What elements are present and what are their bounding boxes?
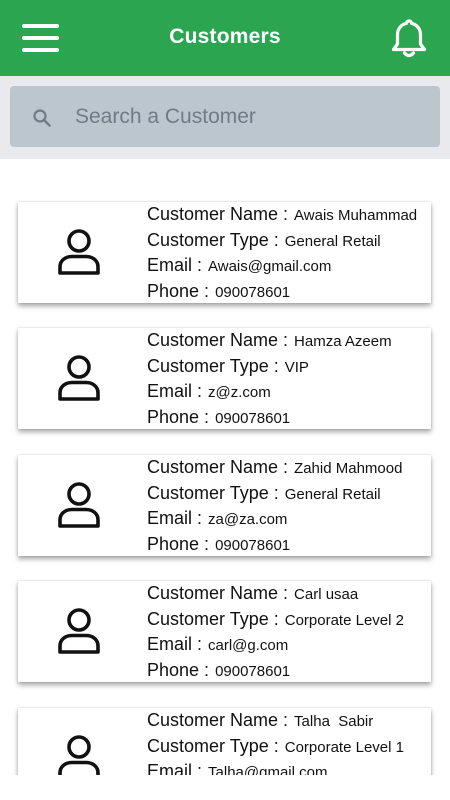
customer-info: Customer Name : Carl usaa Customer Type :… xyxy=(147,583,437,685)
person-icon xyxy=(58,229,100,275)
customer-type: VIP xyxy=(284,358,309,376)
customer-info: Customer Name : Talha Sabir Customer Type… xyxy=(147,710,437,775)
search-box[interactable] xyxy=(10,86,440,147)
customer-type: Corporate Level 2 xyxy=(284,611,404,629)
person-icon xyxy=(58,355,100,401)
search-bar-container xyxy=(0,76,450,159)
customer-email: z@z.com xyxy=(208,384,271,401)
customer-phone: 090078601 xyxy=(215,283,291,301)
customer-name: Awais Muhammad xyxy=(294,207,418,224)
customer-info: Customer Name : Hamza Azeem Customer Type… xyxy=(147,330,437,432)
customer-type-label: Customer Type : xyxy=(147,229,279,250)
customer-email: carl@g.com xyxy=(208,637,289,654)
customer-name-label: Customer Name : xyxy=(147,204,289,224)
customer-phone: 090078601 xyxy=(215,409,291,427)
customer-card[interactable]: Customer Name : Hamza Azeem Customer Type… xyxy=(18,328,431,429)
customer-type-label: Customer Type : xyxy=(147,735,279,756)
email-label: Email : xyxy=(147,761,203,775)
customer-type: General Retail xyxy=(284,485,381,503)
customer-info: Customer Name : Awais Muhammad Customer T… xyxy=(147,204,437,306)
page-title: Customers xyxy=(169,25,281,48)
customer-name-label: Customer Name : xyxy=(147,583,289,603)
customer-name-label: Customer Name : xyxy=(147,457,289,477)
customer-name: Talha Sabir xyxy=(294,713,374,730)
bell-icon xyxy=(391,19,427,58)
customer-name: Hamza Azeem xyxy=(294,333,392,350)
customer-list: Customer Name : Awais Muhammad Customer T… xyxy=(0,159,450,775)
email-label: Email : xyxy=(147,255,203,275)
customer-phone: 090078601 xyxy=(215,662,291,680)
customer-card[interactable]: Customer Name : Zahid Mahmood Customer Ty… xyxy=(18,455,431,556)
customer-email: za@za.com xyxy=(208,511,288,528)
email-label: Email : xyxy=(147,381,203,401)
customer-email: Awais@gmail.com xyxy=(208,258,332,275)
phone-label: Phone : xyxy=(147,406,210,427)
person-icon xyxy=(58,608,100,654)
customer-type-label: Customer Type : xyxy=(147,482,279,503)
customer-type: Corporate Level 1 xyxy=(284,738,404,756)
customer-card[interactable]: Customer Name : Carl usaa Customer Type :… xyxy=(18,581,431,682)
person-icon xyxy=(58,735,100,775)
app-bar: Customers xyxy=(0,0,450,76)
search-icon xyxy=(33,109,51,127)
search-input[interactable] xyxy=(62,86,432,147)
customer-name-label: Customer Name : xyxy=(147,710,289,730)
customer-type-label: Customer Type : xyxy=(147,608,279,629)
person-icon xyxy=(58,482,100,528)
customer-type-label: Customer Type : xyxy=(147,355,279,376)
notifications-button[interactable] xyxy=(387,16,431,60)
customer-card[interactable]: Customer Name : Talha Sabir Customer Type… xyxy=(18,708,431,775)
phone-label: Phone : xyxy=(147,280,210,301)
email-label: Email : xyxy=(147,508,203,528)
customer-name: Carl usaa xyxy=(294,586,359,603)
customer-name-label: Customer Name : xyxy=(147,330,289,350)
customer-card[interactable]: Customer Name : Awais Muhammad Customer T… xyxy=(18,202,431,303)
customer-name: Zahid Mahmood xyxy=(294,460,403,477)
customer-phone: 090078601 xyxy=(215,536,291,554)
phone-label: Phone : xyxy=(147,659,210,680)
customer-email: Talha@gmail.com xyxy=(208,764,328,775)
email-label: Email : xyxy=(147,634,203,654)
customer-type: General Retail xyxy=(284,232,381,250)
customer-info: Customer Name : Zahid Mahmood Customer Ty… xyxy=(147,457,437,559)
phone-label: Phone : xyxy=(147,533,210,554)
